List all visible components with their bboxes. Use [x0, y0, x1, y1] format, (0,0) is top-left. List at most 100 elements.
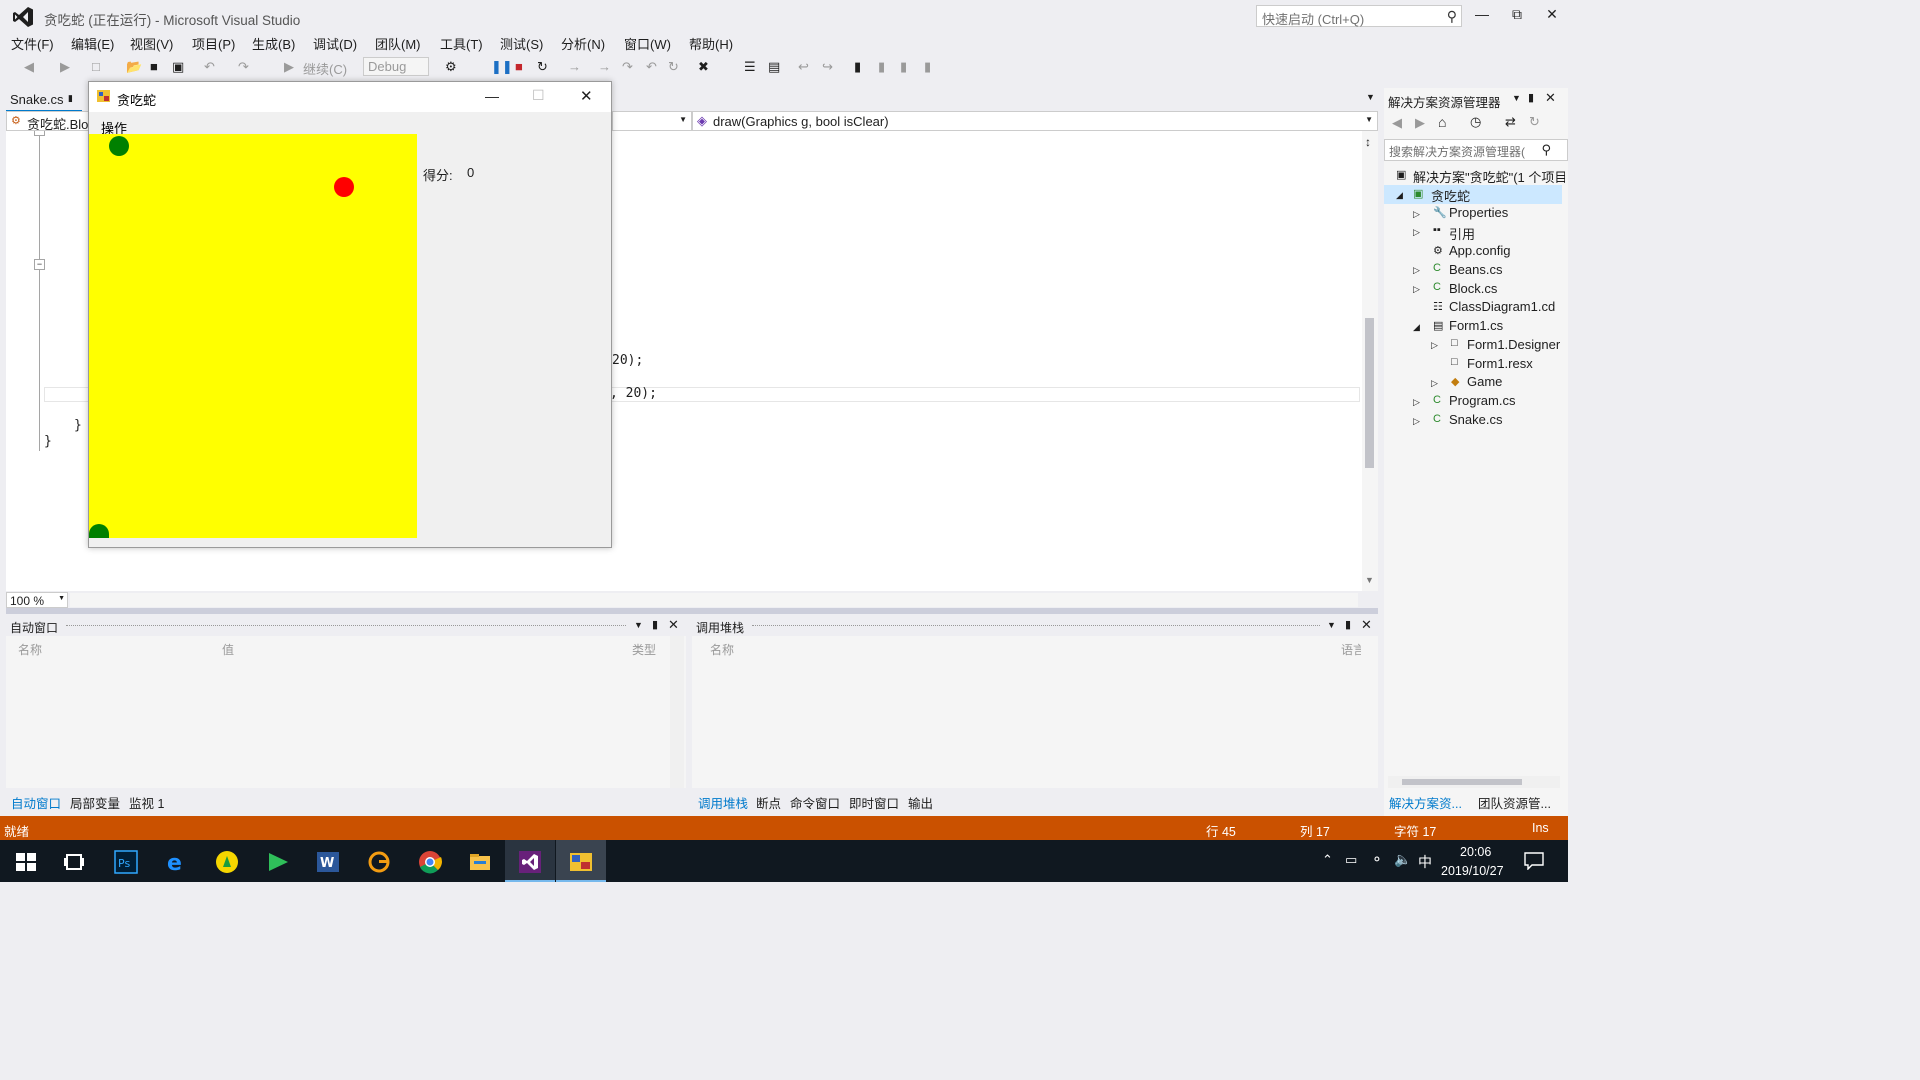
- menu-debug[interactable]: 调试(D): [313, 34, 357, 53]
- solution-config-dropdown[interactable]: Debug: [363, 57, 429, 76]
- collapsed-arrow-icon[interactable]: ▷: [1431, 378, 1438, 389]
- prev-bookmark-icon[interactable]: ▮: [878, 59, 885, 75]
- menu-window[interactable]: 窗口(W): [624, 34, 671, 53]
- chevron-down-icon[interactable]: ▼: [1512, 93, 1521, 103]
- tree-item-app-config[interactable]: App.config: [1449, 243, 1510, 258]
- tab-overflow-icon[interactable]: ▼: [1366, 92, 1375, 102]
- type-nav-dropdown[interactable]: ▼: [612, 111, 692, 131]
- continue-icon[interactable]: ▶: [284, 59, 294, 75]
- tree-item-game[interactable]: Game: [1467, 374, 1502, 389]
- hex-icon[interactable]: ✖: [698, 59, 709, 75]
- tree-solution[interactable]: 解决方案"贪吃蛇"(1 个项目): [1413, 167, 1565, 186]
- menu-help[interactable]: 帮助(H): [689, 34, 733, 53]
- step-out-icon[interactable]: ↶: [646, 59, 657, 75]
- menu-tools[interactable]: 工具(T): [440, 34, 483, 53]
- sync-icon[interactable]: ⇄: [1505, 114, 1516, 130]
- edge-browser-icon[interactable]: e: [164, 850, 188, 874]
- expanded-arrow-icon[interactable]: ◢: [1413, 322, 1420, 333]
- next-bookmark-icon[interactable]: ▮: [900, 59, 907, 75]
- tree-item-properties[interactable]: Properties: [1449, 205, 1508, 220]
- tab-immediate-window[interactable]: 即时窗口: [849, 793, 899, 812]
- windows-start-icon[interactable]: [14, 850, 38, 874]
- chevron-up-icon[interactable]: ⌃: [1322, 852, 1333, 868]
- collapsed-arrow-icon[interactable]: ▷: [1431, 340, 1438, 351]
- zoom-dropdown[interactable]: 100 % ▼: [6, 592, 68, 608]
- bookmark-icon[interactable]: ▮: [854, 59, 861, 75]
- tree-project[interactable]: 贪吃蛇: [1431, 186, 1470, 205]
- menu-file[interactable]: 文件(F): [11, 34, 54, 53]
- menu-build[interactable]: 生成(B): [252, 34, 295, 53]
- close-window-button[interactable]: ✕: [1540, 6, 1564, 26]
- search-icon[interactable]: ⚲: [1447, 8, 1457, 25]
- new-project-icon[interactable]: □: [92, 59, 100, 74]
- restore-button[interactable]: ⧉: [1505, 6, 1529, 26]
- column-header-type[interactable]: 类型: [632, 641, 656, 658]
- volume-icon[interactable]: 🔈: [1394, 851, 1411, 868]
- back-icon[interactable]: ◀: [1392, 115, 1402, 131]
- home-icon[interactable]: ⌂: [1438, 114, 1446, 130]
- continue-button[interactable]: 继续(C): [303, 59, 347, 78]
- save-all-icon[interactable]: ▣: [172, 59, 184, 75]
- chevron-down-icon[interactable]: ▼: [1327, 620, 1336, 630]
- clock-time[interactable]: 20:06: [1460, 845, 1491, 859]
- clock-date[interactable]: 2019/10/27: [1441, 864, 1504, 878]
- redo-icon[interactable]: ↷: [238, 59, 249, 75]
- pin-icon[interactable]: ▮: [68, 93, 73, 104]
- tab-output[interactable]: 输出: [908, 793, 933, 812]
- tree-item-program-cs[interactable]: Program.cs: [1449, 393, 1515, 408]
- menu-analyze[interactable]: 分析(N): [561, 34, 605, 53]
- music-app-icon[interactable]: [215, 850, 239, 874]
- visual-studio-taskbar-icon[interactable]: [518, 850, 542, 874]
- tree-item-form1-resx[interactable]: Form1.resx: [1467, 356, 1533, 371]
- pin-icon[interactable]: ▮: [1528, 91, 1534, 104]
- tree-item-references[interactable]: 引用: [1449, 224, 1475, 243]
- game-board[interactable]: [89, 134, 417, 538]
- collapse-icon[interactable]: [34, 131, 45, 136]
- member-nav-dropdown[interactable]: ◈ draw(Graphics g, bool isClear) ▼: [692, 111, 1378, 131]
- column-header-name[interactable]: 名称: [710, 641, 734, 658]
- clear-bookmarks-icon[interactable]: ▮: [924, 59, 931, 75]
- g-app-icon[interactable]: [367, 850, 391, 874]
- search-icon[interactable]: ⚲: [1541, 142, 1551, 158]
- save-icon[interactable]: ■: [150, 59, 158, 74]
- tree-item-form1-cs[interactable]: Form1.cs: [1449, 318, 1503, 333]
- tree-item-classdiagram[interactable]: ClassDiagram1.cd: [1449, 299, 1555, 314]
- column-header-name[interactable]: 名称: [18, 641, 42, 658]
- solution-search-input[interactable]: 搜索解决方案资源管理器( ⚲: [1384, 139, 1568, 161]
- collapsed-arrow-icon[interactable]: ▷: [1413, 284, 1420, 295]
- menu-view[interactable]: 视图(V): [130, 34, 173, 53]
- video-player-icon[interactable]: [266, 850, 290, 874]
- game-maximize-button[interactable]: ☐: [532, 87, 545, 104]
- scroll-down-icon[interactable]: ▼: [1365, 575, 1374, 585]
- back-icon[interactable]: ◀: [24, 59, 34, 75]
- forward-icon[interactable]: ▶: [1415, 115, 1425, 131]
- step-over-icon[interactable]: ↷: [622, 59, 633, 75]
- comment-icon[interactable]: ↩: [798, 59, 809, 75]
- tab-locals[interactable]: 局部变量: [70, 793, 120, 812]
- column-header-language[interactable]: 语言: [1341, 641, 1361, 658]
- step-back-icon[interactable]: ↻: [668, 59, 679, 75]
- tree-item-snake-cs[interactable]: Snake.cs: [1449, 412, 1502, 427]
- split-icon[interactable]: ↕: [1365, 135, 1371, 149]
- tab-auto-window[interactable]: 自动窗口: [11, 793, 61, 812]
- tab-call-stack[interactable]: 调用堆栈: [698, 793, 748, 812]
- restart-icon[interactable]: ↻: [537, 59, 548, 75]
- close-icon[interactable]: ✕: [1545, 90, 1556, 106]
- editor-horizontal-scrollbar[interactable]: [70, 593, 1358, 607]
- refresh-icon[interactable]: ↻: [1529, 114, 1540, 130]
- menu-test[interactable]: 测试(S): [500, 34, 543, 53]
- collapsed-arrow-icon[interactable]: ▷: [1413, 397, 1420, 408]
- thread-icon[interactable]: ☰: [744, 59, 756, 75]
- scrollbar-thumb[interactable]: [1402, 779, 1522, 785]
- quick-launch-input[interactable]: 快速启动 (Ctrl+Q) ⚲: [1256, 5, 1462, 27]
- collapsed-arrow-icon[interactable]: ▷: [1413, 265, 1420, 276]
- collapsed-arrow-icon[interactable]: ▷: [1413, 227, 1420, 238]
- stack-frame-icon[interactable]: ▤: [768, 59, 780, 75]
- process-icon[interactable]: ⚙: [445, 59, 457, 75]
- notification-icon[interactable]: [1524, 852, 1544, 870]
- column-header-value[interactable]: 值: [222, 641, 234, 658]
- show-next-statement-icon[interactable]: →: [568, 59, 581, 74]
- call-stack-grid[interactable]: [692, 636, 1378, 788]
- menu-edit[interactable]: 编辑(E): [71, 34, 114, 53]
- open-file-icon[interactable]: 📂: [126, 59, 142, 75]
